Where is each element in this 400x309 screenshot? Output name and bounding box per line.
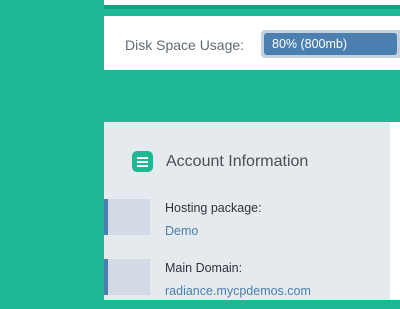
account-information-panel: Account Information Hosting package: Dem… [104, 122, 390, 300]
disk-usage-label: Disk Space Usage: [125, 37, 245, 53]
row-icon-box [108, 259, 150, 295]
info-row-hosting-package: Hosting package: Demo [104, 199, 390, 249]
disk-usage-card: Disk Space Usage: 80% (800mb) [104, 16, 400, 70]
right-panel-edge [390, 122, 400, 300]
hosting-package-label: Hosting package: [165, 201, 262, 215]
disk-usage-value: 80% (800mb) [272, 37, 348, 51]
disk-usage-progress-bar: 80% (800mb) [261, 30, 400, 58]
hosting-package-link[interactable]: Demo [165, 224, 198, 238]
main-domain-label: Main Domain: [165, 261, 243, 275]
top-card-bottom-bar [104, 5, 400, 9]
info-row-main-domain: Main Domain: radiance.mycpdemos.com [104, 259, 390, 309]
list-icon [132, 151, 153, 172]
row-icon-box [108, 199, 150, 235]
account-information-title: Account Information [166, 153, 309, 170]
main-domain-link[interactable]: radiance.mycpdemos.com [165, 284, 311, 298]
